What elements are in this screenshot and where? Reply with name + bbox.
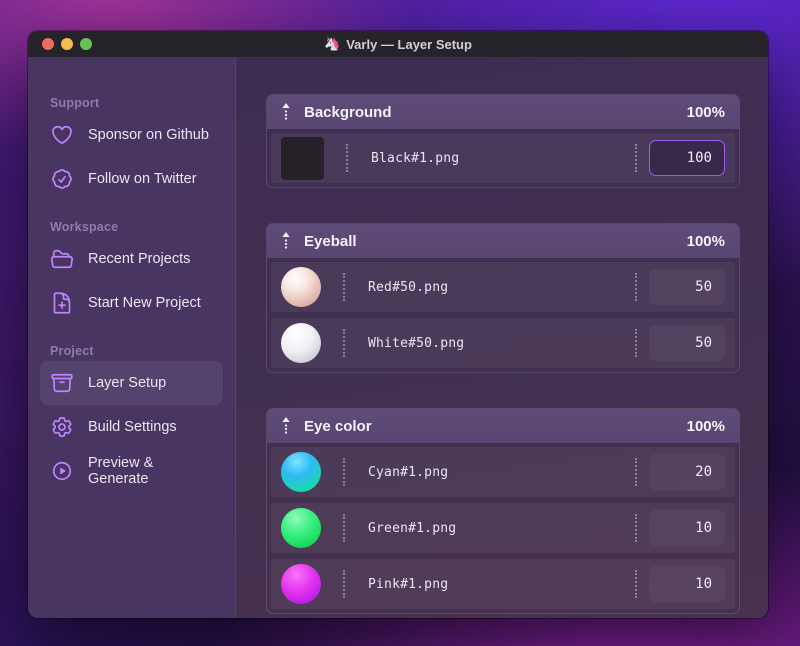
sidebar-section-label: Workspace [50, 220, 119, 234]
sidebar-item-label: Build Settings [88, 419, 177, 435]
layer-group-title: Background [304, 103, 392, 121]
sidebar-item-label: Preview & Generate [88, 455, 154, 487]
traffic-lights [42, 38, 92, 50]
heart-icon [50, 123, 74, 147]
badge-check-icon [50, 167, 74, 191]
play-circle-icon [50, 459, 74, 483]
sidebar-section: Workspace Recent Projects Start New Proj… [40, 217, 223, 325]
layer-group-header[interactable]: Background 100% [267, 95, 739, 129]
layer-rows: Black#1.png [267, 129, 739, 187]
layer-group-title: Eye color [304, 417, 372, 435]
sidebar-section-label: Support [50, 96, 100, 110]
layer-group: Eye color 100% Cyan#1.png Green#1.png Pi… [266, 408, 740, 614]
layer-thumbnail [281, 452, 321, 492]
dotted-divider [635, 329, 637, 357]
window-title: 🦄 Varly — Layer Setup [28, 31, 768, 57]
layer-value-input[interactable] [649, 269, 725, 305]
dotted-divider [343, 458, 345, 486]
layer-value-input[interactable] [649, 454, 725, 490]
folder-open-icon [50, 247, 74, 271]
sidebar: Support Sponsor on Github Follow on Twit… [28, 57, 236, 618]
unicorn-app-icon: 🦄 [324, 36, 341, 51]
layer-thumbnail [281, 267, 321, 307]
archive-box-icon [50, 371, 74, 395]
sidebar-item-label: Sponsor on Github [88, 127, 209, 143]
drag-handle-icon[interactable] [281, 101, 291, 123]
layer-group-title: Eyeball [304, 232, 357, 250]
layer-value-input[interactable] [649, 566, 725, 602]
dotted-divider [343, 329, 345, 357]
dotted-divider [346, 144, 348, 172]
sidebar-section: Support Sponsor on Github Follow on Twit… [40, 93, 223, 201]
layer-file-name: Black#1.png [371, 150, 460, 166]
layer-value-input[interactable] [649, 140, 725, 176]
dotted-divider [635, 458, 637, 486]
sidebar-item-layer-setup[interactable]: Layer Setup [40, 361, 223, 405]
layer-file-name: Pink#1.png [368, 576, 449, 592]
window-title-text: Varly — Layer Setup [346, 36, 472, 52]
zoom-button[interactable] [80, 38, 92, 50]
dotted-divider [635, 144, 637, 172]
sidebar-item-build-settings[interactable]: Build Settings [40, 405, 223, 449]
layer-group-weight: 100% [686, 417, 725, 435]
sidebar-item-label: Start New Project [88, 295, 201, 311]
sidebar-section: Project Layer Setup Build Settings Previ… [40, 341, 223, 493]
title-bar: 🦄 Varly — Layer Setup [28, 31, 768, 57]
layer-row: Cyan#1.png [271, 447, 735, 497]
dotted-divider [343, 273, 345, 301]
layer-group: Eyeball 100% Red#50.png White#50.png [266, 223, 740, 373]
layer-group-header[interactable]: Eye color 100% [267, 409, 739, 443]
sidebar-item-recent-projects[interactable]: Recent Projects [40, 237, 223, 281]
sidebar-item-label: Layer Setup [88, 375, 167, 391]
layer-rows: Red#50.png White#50.png [267, 258, 739, 372]
minimize-button[interactable] [61, 38, 73, 50]
dotted-divider [635, 514, 637, 542]
layer-setup-panel: Background 100% Black#1.png Eyeball 100% [236, 57, 768, 618]
layer-group-weight: 100% [686, 103, 725, 121]
sidebar-item-label: Recent Projects [88, 251, 191, 267]
layer-value-input[interactable] [649, 510, 725, 546]
layer-thumbnail [281, 564, 321, 604]
layer-row: Pink#1.png [271, 559, 735, 609]
layer-row: Red#50.png [271, 262, 735, 312]
sidebar-item-label: Follow on Twitter [88, 171, 197, 187]
layer-row: Black#1.png [271, 133, 735, 183]
layer-file-name: White#50.png [368, 335, 465, 351]
sidebar-item-follow-on-twitter[interactable]: Follow on Twitter [40, 157, 223, 201]
dotted-divider [635, 570, 637, 598]
layer-file-name: Cyan#1.png [368, 464, 449, 480]
layer-rows: Cyan#1.png Green#1.png Pink#1.png [267, 443, 739, 613]
layer-group-header[interactable]: Eyeball 100% [267, 224, 739, 258]
document-plus-icon [50, 291, 74, 315]
close-button[interactable] [42, 38, 54, 50]
layer-file-name: Green#1.png [368, 520, 457, 536]
layer-value-input[interactable] [649, 325, 725, 361]
gear-icon [50, 415, 74, 439]
layer-row: White#50.png [271, 318, 735, 368]
drag-handle-icon[interactable] [281, 230, 291, 252]
layer-thumbnail [281, 508, 321, 548]
layer-group: Background 100% Black#1.png [266, 94, 740, 188]
dotted-divider [343, 514, 345, 542]
layer-thumbnail [281, 323, 321, 363]
app-window: 🦄 Varly — Layer Setup Support Sponsor on… [28, 31, 768, 618]
drag-handle-icon[interactable] [281, 415, 291, 437]
layer-file-name: Red#50.png [368, 279, 449, 295]
layer-group-weight: 100% [686, 232, 725, 250]
sidebar-section-label: Project [50, 344, 94, 358]
sidebar-item-preview-generate[interactable]: Preview & Generate [40, 449, 223, 493]
dotted-divider [343, 570, 345, 598]
layer-row: Green#1.png [271, 503, 735, 553]
dotted-divider [635, 273, 637, 301]
sidebar-item-sponsor-on-github[interactable]: Sponsor on Github [40, 113, 223, 157]
layer-thumbnail [281, 136, 324, 180]
sidebar-item-start-new-project[interactable]: Start New Project [40, 281, 223, 325]
